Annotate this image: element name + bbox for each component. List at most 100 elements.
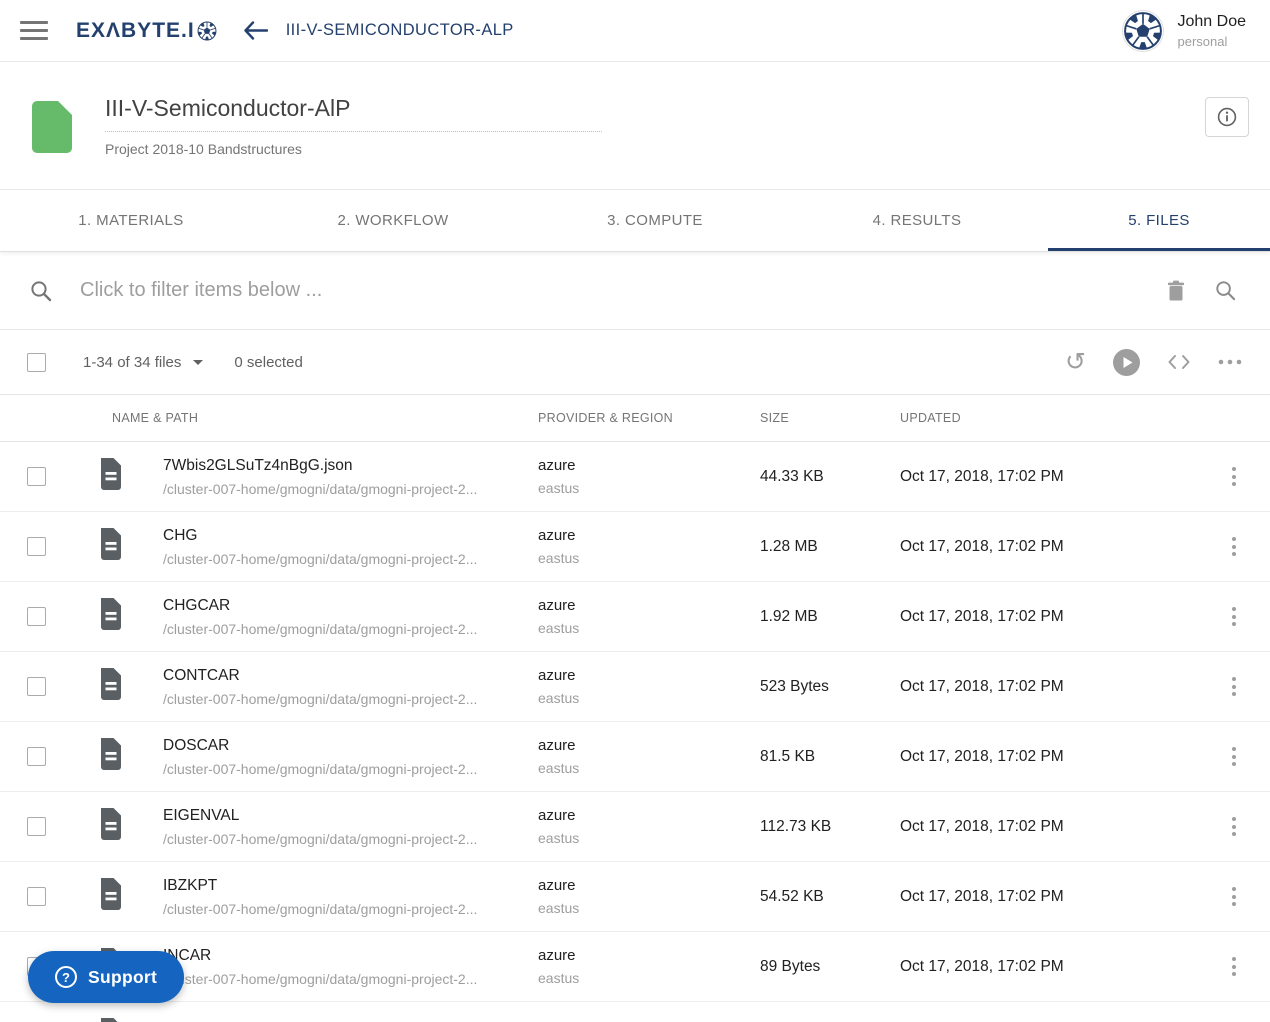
logo[interactable]: EXΛBYTE.I xyxy=(76,19,217,43)
account-type: personal xyxy=(1177,33,1228,49)
tab-files[interactable]: 5. FILES xyxy=(1048,190,1270,251)
row-checkbox[interactable] xyxy=(27,607,46,626)
support-button[interactable]: ? Support xyxy=(28,951,185,1003)
user-name: John Doe xyxy=(1177,12,1247,30)
file-updated: Oct 17, 2018, 17:02 PM xyxy=(900,607,1064,625)
file-updated: Oct 17, 2018, 17:02 PM xyxy=(900,677,1064,695)
file-path: /cluster-007-home/gmogni/data/gmogni-pro… xyxy=(163,480,478,497)
caret-down-icon xyxy=(193,359,204,365)
column-size: SIZE xyxy=(760,411,789,425)
region: eastus xyxy=(538,550,580,566)
provider: azure xyxy=(538,877,576,894)
row-menu-kebab-icon[interactable] xyxy=(1222,887,1246,906)
run-button[interactable] xyxy=(1113,348,1140,376)
file-name: IBZKPT xyxy=(163,876,218,894)
table-row[interactable]: 7Wbis2GLSuTz4nBgG.json /cluster-007-home… xyxy=(0,442,1270,512)
file-icon xyxy=(101,1017,123,1022)
back-button[interactable] xyxy=(243,21,268,40)
row-checkbox[interactable] xyxy=(27,817,46,836)
provider: azure xyxy=(538,667,576,684)
file-size: 523 Bytes xyxy=(760,677,829,695)
file-icon xyxy=(101,667,123,700)
row-menu-kebab-icon[interactable] xyxy=(1222,607,1246,626)
pagination-label: 1-34 of 34 files xyxy=(83,353,182,371)
project-title[interactable]: III-V-Semiconductor-AlP xyxy=(105,95,602,132)
tab-label: 4. RESULTS xyxy=(872,212,962,229)
file-icon xyxy=(101,737,123,770)
tab-label: 3. COMPUTE xyxy=(607,212,703,229)
list-toolbar: 1-34 of 34 files 0 selected ↺ xyxy=(0,330,1270,394)
file-updated: Oct 17, 2018, 17:02 PM xyxy=(900,747,1064,765)
refresh-icon: ↺ xyxy=(1065,347,1086,376)
delete-button[interactable] xyxy=(1167,280,1185,302)
row-checkbox[interactable] xyxy=(27,887,46,906)
row-menu-kebab-icon[interactable] xyxy=(1222,747,1246,766)
logo-text: EXΛBYTE.I xyxy=(76,18,195,42)
file-icon xyxy=(101,527,123,560)
file-path: /cluster-007-home/gmogni/data/gmogni-pro… xyxy=(163,620,478,637)
user-menu[interactable]: John Doe personal xyxy=(1121,9,1247,52)
file-size: 89 Bytes xyxy=(760,957,821,975)
refresh-button[interactable]: ↺ xyxy=(1065,347,1086,376)
file-size: 81.5 KB xyxy=(760,747,816,765)
file-name: CONTCAR xyxy=(163,666,240,684)
table-row[interactable]: CONTCAR /cluster-007-home/gmogni/data/gm… xyxy=(0,652,1270,722)
tab-workflow[interactable]: 2. WORKFLOW xyxy=(262,190,524,251)
table-row[interactable]: IBZKPT /cluster-007-home/gmogni/data/gmo… xyxy=(0,862,1270,932)
file-path: /cluster-007-home/gmogni/data/gmogni-pro… xyxy=(163,550,478,567)
table-row[interactable]: INCAR /cluster-007-home/gmogni/data/gmog… xyxy=(0,932,1270,1002)
file-name: INCAR xyxy=(163,946,212,964)
menu-icon[interactable] xyxy=(20,21,48,40)
file-size: 112.73 KB xyxy=(760,817,832,835)
support-label: Support xyxy=(88,966,158,987)
pagination-dropdown[interactable]: 1-34 of 34 files xyxy=(83,353,204,371)
row-checkbox[interactable] xyxy=(27,677,46,696)
avatar[interactable] xyxy=(1121,9,1164,52)
provider: azure xyxy=(538,457,576,474)
column-provider-region: PROVIDER & REGION xyxy=(538,411,673,425)
soccer-ball-icon xyxy=(1123,11,1162,50)
row-menu-kebab-icon[interactable] xyxy=(1222,677,1246,696)
file-size: 1.92 MB xyxy=(760,607,818,625)
provider: azure xyxy=(538,527,576,544)
file-path: /cluster-007-home/gmogni/data/gmogni-pro… xyxy=(163,690,478,707)
file-size: 44.33 KB xyxy=(760,467,824,485)
region: eastus xyxy=(538,480,580,496)
region: eastus xyxy=(538,690,580,706)
file-path: /cluster-007-home/gmogni/data/gmogni-pro… xyxy=(163,760,478,777)
back-icon xyxy=(244,21,268,40)
row-menu-kebab-icon[interactable] xyxy=(1222,957,1246,976)
code-button[interactable] xyxy=(1167,354,1191,370)
table-row[interactable]: CHG /cluster-007-home/gmogni/data/gmogni… xyxy=(0,512,1270,582)
help-icon: ? xyxy=(55,966,77,988)
tab-label: 5. FILES xyxy=(1128,212,1190,229)
table-row[interactable]: KPOINTS xyxy=(0,1002,1270,1022)
file-path: /cluster-007-home/gmogni/data/gmogni-pro… xyxy=(163,830,478,847)
soccer-ball-icon xyxy=(197,21,217,40)
row-menu-kebab-icon[interactable] xyxy=(1222,467,1246,486)
file-path: /cluster-007-home/gmogni/data/gmogni-pro… xyxy=(163,970,478,987)
select-all-checkbox[interactable] xyxy=(27,352,46,372)
table-row[interactable]: EIGENVAL /cluster-007-home/gmogni/data/g… xyxy=(0,792,1270,862)
table-row[interactable]: CHGCAR /cluster-007-home/gmogni/data/gmo… xyxy=(0,582,1270,652)
file-name: 7Wbis2GLSuTz4nBgG.json xyxy=(163,456,353,474)
tab-label: 1. MATERIALS xyxy=(78,212,184,229)
filter-input[interactable]: Click to filter items below ... xyxy=(80,279,1167,302)
tab-results[interactable]: 4. RESULTS xyxy=(786,190,1048,251)
row-checkbox[interactable] xyxy=(27,747,46,766)
search-button[interactable] xyxy=(1215,280,1236,301)
file-name: EIGENVAL xyxy=(163,806,240,824)
provider: azure xyxy=(538,597,576,614)
file-icon xyxy=(101,457,123,490)
table-row[interactable]: DOSCAR /cluster-007-home/gmogni/data/gmo… xyxy=(0,722,1270,792)
row-checkbox[interactable] xyxy=(27,467,46,486)
more-button[interactable] xyxy=(1218,359,1242,365)
row-menu-kebab-icon[interactable] xyxy=(1222,537,1246,556)
provider: azure xyxy=(538,737,576,754)
tab-compute[interactable]: 3. COMPUTE xyxy=(524,190,786,251)
tab-materials[interactable]: 1. MATERIALS xyxy=(0,190,262,251)
file-updated: Oct 17, 2018, 17:02 PM xyxy=(900,887,1064,905)
row-checkbox[interactable] xyxy=(27,537,46,556)
row-menu-kebab-icon[interactable] xyxy=(1222,817,1246,836)
info-button[interactable] xyxy=(1205,97,1249,137)
